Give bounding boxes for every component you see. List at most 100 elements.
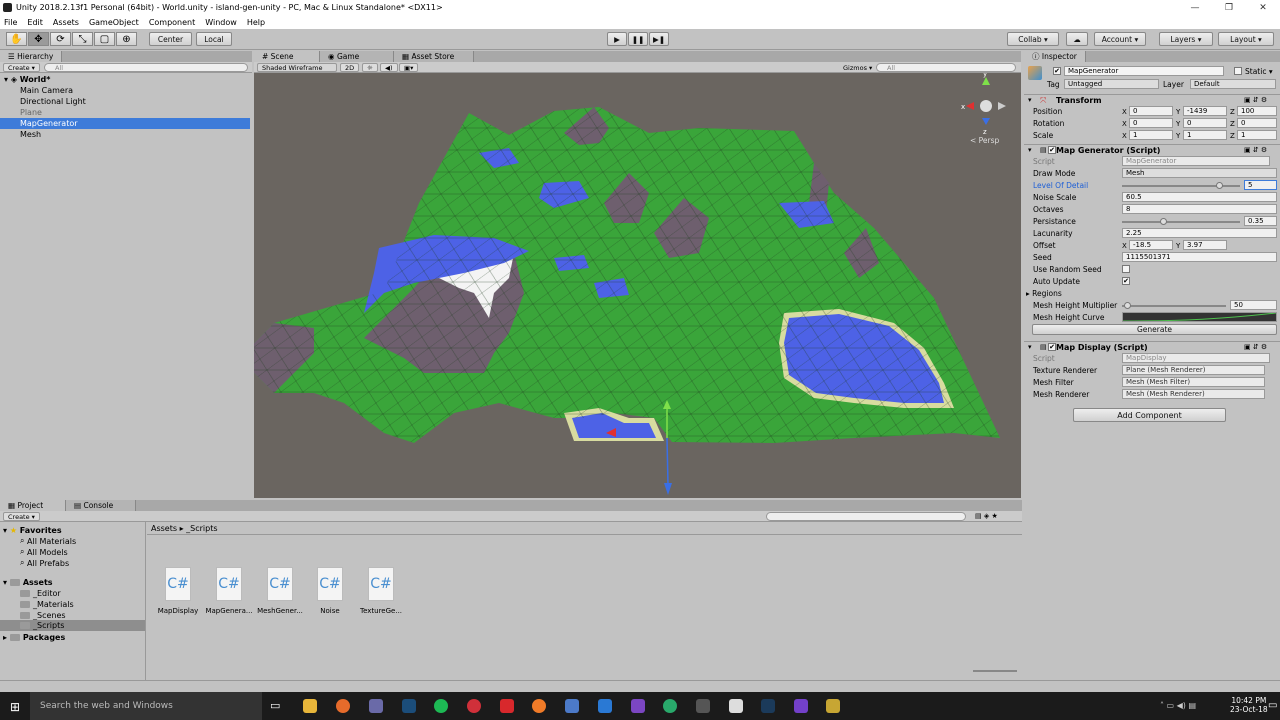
- step-button[interactable]: ▶❚: [649, 32, 669, 46]
- collab-dropdown[interactable]: Collab ▾: [1007, 32, 1059, 46]
- persistance-field[interactable]: 0.35: [1244, 216, 1277, 226]
- asset-folder-selected[interactable]: _Scripts: [0, 620, 145, 631]
- tab-console[interactable]: ▤ Console: [66, 500, 136, 511]
- app-icon[interactable]: [532, 699, 546, 713]
- menu-window[interactable]: Window: [205, 18, 237, 27]
- file-explorer-icon[interactable]: [303, 699, 317, 713]
- project-filter-icons[interactable]: ▤ ◈ ★: [975, 512, 998, 520]
- breadcrumb-root[interactable]: Assets: [151, 524, 177, 533]
- hierarchy-item[interactable]: Mesh: [0, 129, 250, 140]
- octaves-field[interactable]: 8: [1122, 204, 1277, 214]
- mesh-filter-field[interactable]: Mesh (Mesh Filter): [1122, 377, 1265, 387]
- regions-foldout[interactable]: ▸ Regions: [1026, 288, 1062, 299]
- hierarchy-item[interactable]: Plane: [0, 107, 250, 118]
- visual-studio-icon[interactable]: [631, 699, 645, 713]
- menu-file[interactable]: File: [4, 18, 17, 27]
- tab-inspector[interactable]: ⓘ Inspector: [1024, 51, 1086, 62]
- rotate-tool-icon[interactable]: ⟳: [50, 32, 71, 46]
- taskbar-search-input[interactable]: Search the web and Windows: [30, 692, 262, 720]
- hierarchy-create-button[interactable]: Create ▾: [3, 63, 40, 72]
- tag-dropdown[interactable]: Untagged: [1064, 79, 1159, 89]
- draw-mode-dropdown[interactable]: Mesh: [1122, 168, 1277, 178]
- noise-scale-field[interactable]: 60.5: [1122, 192, 1277, 202]
- gizmo-z-arrow-icon[interactable]: [664, 483, 672, 495]
- script-file[interactable]: C# MeshGener...: [255, 567, 305, 615]
- component-settings-icons[interactable]: ▣ ⇵ ⚙: [1244, 343, 1267, 351]
- transform-tool-icon[interactable]: ⊕: [116, 32, 137, 46]
- static-checkbox[interactable]: [1234, 67, 1242, 75]
- mesh-height-mult-slider-knob[interactable]: [1123, 302, 1131, 309]
- app-icon[interactable]: [663, 699, 677, 713]
- foldout-arrow-icon[interactable]: ▾: [1028, 96, 1032, 104]
- scene-root-row[interactable]: ▾ ◈ World*: [0, 74, 250, 85]
- menu-gameobject[interactable]: GameObject: [89, 18, 139, 27]
- app-icon[interactable]: [826, 699, 840, 713]
- hierarchy-item-selected[interactable]: MapGenerator: [0, 118, 250, 129]
- tab-project[interactable]: ▦ Project: [0, 500, 66, 511]
- app-icon[interactable]: [696, 699, 710, 713]
- offset-x-field[interactable]: -18.5: [1129, 240, 1173, 250]
- mg-script-field[interactable]: MapGenerator: [1122, 156, 1270, 166]
- map-display-enabled-checkbox[interactable]: ✔: [1048, 343, 1056, 351]
- seed-field[interactable]: 1115501371: [1122, 252, 1277, 262]
- menu-help[interactable]: Help: [247, 18, 265, 27]
- cloud-icon[interactable]: ☁: [1066, 32, 1088, 46]
- menu-edit[interactable]: Edit: [27, 18, 43, 27]
- foldout-arrow-icon[interactable]: ▾: [1028, 343, 1032, 351]
- persistance-slider-track[interactable]: [1122, 221, 1240, 223]
- favorite-item[interactable]: ⌕ All Prefabs: [20, 558, 69, 568]
- lacunarity-field[interactable]: 2.25: [1122, 228, 1277, 238]
- hierarchy-search-input[interactable]: All: [44, 63, 248, 72]
- rotation-z-field[interactable]: 0: [1237, 118, 1277, 128]
- position-y-field[interactable]: -1439: [1183, 106, 1227, 116]
- packages-row[interactable]: ▸ Packages: [3, 632, 65, 642]
- project-create-button[interactable]: Create ▾: [3, 512, 40, 521]
- app-icon[interactable]: [500, 699, 514, 713]
- spotify-icon[interactable]: [434, 699, 448, 713]
- play-button[interactable]: ▶: [607, 32, 627, 46]
- rotation-x-field[interactable]: 0: [1129, 118, 1173, 128]
- icon-size-slider[interactable]: [973, 670, 1017, 672]
- lighting-toggle-icon[interactable]: ☼: [362, 63, 378, 72]
- map-generator-header[interactable]: Map Generator (Script): [1024, 144, 1280, 156]
- add-component-button[interactable]: Add Component: [1073, 408, 1226, 422]
- asset-folder[interactable]: _Editor: [20, 588, 61, 598]
- layout-dropdown[interactable]: Layout ▾: [1218, 32, 1274, 46]
- account-dropdown[interactable]: Account ▾: [1094, 32, 1146, 46]
- orientation-gizmo[interactable]: y x z: [961, 70, 1006, 136]
- use-random-seed-checkbox[interactable]: [1122, 265, 1130, 273]
- asset-folder[interactable]: _Scenes: [20, 610, 66, 620]
- favorite-item[interactable]: ⌕ All Models: [20, 547, 68, 557]
- 2d-toggle[interactable]: 2D: [340, 63, 360, 72]
- notifications-icon[interactable]: ▭: [1268, 700, 1277, 711]
- pivot-space-toggle[interactable]: Local: [196, 32, 232, 46]
- map-display-header[interactable]: Map Display (Script): [1024, 341, 1280, 353]
- steam-icon[interactable]: [761, 699, 775, 713]
- scene-viewport[interactable]: y x z < Persp: [254, 70, 1021, 498]
- perspective-label[interactable]: < Persp: [970, 136, 999, 145]
- position-x-field[interactable]: 0: [1129, 106, 1173, 116]
- menu-assets[interactable]: Assets: [53, 18, 79, 27]
- twitch-icon[interactable]: [794, 699, 808, 713]
- favorites-row[interactable]: ▾ ★ Favorites: [3, 525, 62, 535]
- scale-y-field[interactable]: 1: [1183, 130, 1227, 140]
- steam-icon[interactable]: [402, 699, 416, 713]
- layer-dropdown[interactable]: Default: [1190, 79, 1276, 89]
- unity-taskbar-icon[interactable]: [729, 699, 743, 713]
- script-file[interactable]: C# MapDisplay: [153, 567, 203, 615]
- persistance-slider-knob[interactable]: [1159, 218, 1167, 225]
- minimize-button[interactable]: —: [1178, 0, 1212, 15]
- close-button[interactable]: ✕: [1246, 0, 1280, 15]
- scale-tool-icon[interactable]: ⤡: [72, 32, 93, 46]
- asset-folder[interactable]: _Materials: [20, 599, 74, 609]
- mesh-height-mult-field[interactable]: 50: [1230, 300, 1277, 310]
- favorite-item[interactable]: ⌕ All Materials: [20, 536, 76, 546]
- pivot-center-toggle[interactable]: Center: [149, 32, 192, 46]
- offset-y-field[interactable]: 3.97: [1183, 240, 1227, 250]
- gameobject-active-checkbox[interactable]: ✔: [1053, 67, 1061, 75]
- scene-search-input[interactable]: All: [876, 63, 1016, 72]
- generate-button[interactable]: Generate: [1032, 324, 1277, 335]
- tab-asset-store[interactable]: ▦ Asset Store: [394, 51, 474, 62]
- gizmo-z-axis[interactable]: [666, 437, 669, 486]
- hand-tool-icon[interactable]: ✋: [6, 32, 27, 46]
